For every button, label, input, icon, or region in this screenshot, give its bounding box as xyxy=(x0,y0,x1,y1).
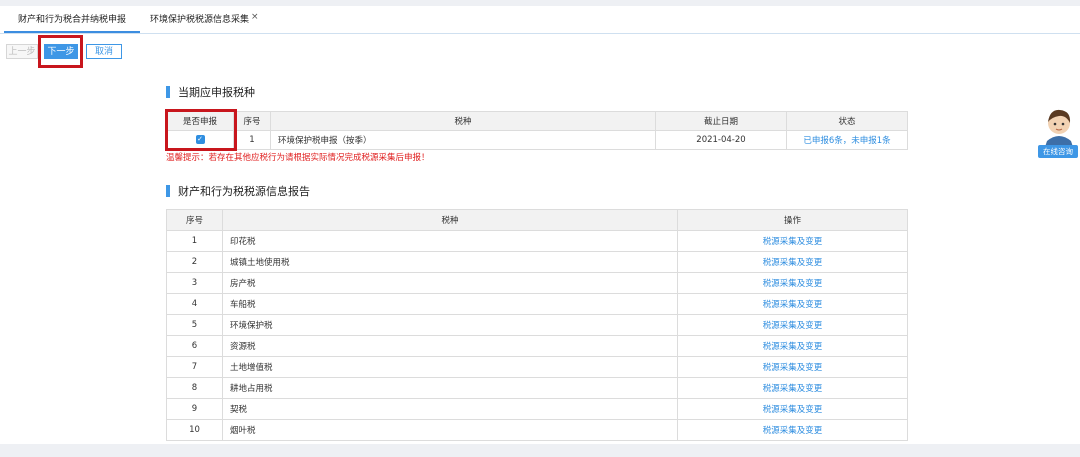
table-header-row: 序号 税种 操作 xyxy=(166,209,908,231)
tax-name-cell: 烟叶税 xyxy=(222,419,678,441)
collect-change-link[interactable]: 税源采集及变更 xyxy=(677,398,908,420)
tax-name-cell: 房产税 xyxy=(222,272,678,294)
header-status: 状态 xyxy=(786,111,908,131)
section-marker xyxy=(166,86,170,98)
tax-name-cell: 耕地占用税 xyxy=(222,377,678,399)
table-header-row: 是否申报 序号 税种 截止日期 状态 xyxy=(166,111,908,131)
collect-change-link[interactable]: 税源采集及变更 xyxy=(677,230,908,252)
table-row: 8 耕地占用税 税源采集及变更 xyxy=(166,377,908,399)
collect-change-link[interactable]: 税源采集及变更 xyxy=(677,251,908,273)
tab-combined-declaration[interactable]: 财产和行为税合并纳税申报 xyxy=(4,6,140,33)
index-cell: 7 xyxy=(166,356,223,378)
collect-change-link[interactable]: 税源采集及变更 xyxy=(677,335,908,357)
header-tax: 税种 xyxy=(222,209,678,231)
current-tax-table: 是否申报 序号 税种 截止日期 状态 ✓ 1 环境保护税申报（按季） 2021-… xyxy=(166,111,908,150)
tab-bar: 财产和行为税合并纳税申报 环境保护税税源信息采集 × xyxy=(0,6,1080,34)
highlight-box-declare xyxy=(165,109,237,151)
table-row: 5 环境保护税 税源采集及变更 xyxy=(166,314,908,336)
status-link[interactable]: 已申报6条，未申报1条 xyxy=(786,130,908,150)
index-cell: 6 xyxy=(166,335,223,357)
tax-name-cell: 环境保护税 xyxy=(222,314,678,336)
deadline-cell: 2021-04-20 xyxy=(655,130,787,150)
prev-step-button[interactable]: 上一步 xyxy=(6,44,38,59)
tax-name-cell: 环境保护税申报（按季） xyxy=(270,130,656,150)
index-cell: 9 xyxy=(166,398,223,420)
header-action: 操作 xyxy=(677,209,908,231)
tax-name-cell: 印花税 xyxy=(222,230,678,252)
index-cell: 8 xyxy=(166,377,223,399)
collect-change-link[interactable]: 税源采集及变更 xyxy=(677,272,908,294)
table-row: ✓ 1 环境保护税申报（按季） 2021-04-20 已申报6条，未申报1条 xyxy=(166,130,908,150)
table-row: 7 土地增值税 税源采集及变更 xyxy=(166,356,908,378)
highlight-box-next xyxy=(38,35,83,68)
header-deadline: 截止日期 xyxy=(655,111,787,131)
table-row: 9 契税 税源采集及变更 xyxy=(166,398,908,420)
tax-name-cell: 土地增值税 xyxy=(222,356,678,378)
tax-name-cell: 资源税 xyxy=(222,335,678,357)
cancel-button[interactable]: 取消 xyxy=(86,44,122,59)
collect-change-link[interactable]: 税源采集及变更 xyxy=(677,293,908,315)
table-row: 6 资源税 税源采集及变更 xyxy=(166,335,908,357)
header-tax: 税种 xyxy=(270,111,656,131)
header-index: 序号 xyxy=(233,111,271,131)
header-index: 序号 xyxy=(166,209,223,231)
tax-name-cell: 城镇土地使用税 xyxy=(222,251,678,273)
index-cell: 1 xyxy=(233,130,271,150)
index-cell: 2 xyxy=(166,251,223,273)
section-title: 财产和行为税税源信息报告 xyxy=(178,185,310,198)
collect-change-link[interactable]: 税源采集及变更 xyxy=(677,419,908,441)
index-cell: 4 xyxy=(166,293,223,315)
section-current-tax: 当期应申报税种 xyxy=(166,84,255,100)
table-row: 3 房产税 税源采集及变更 xyxy=(166,272,908,294)
warning-tip: 温馨提示：若存在其他应税行为请根据实际情况完成税源采集后申报！ xyxy=(166,153,430,163)
section-report: 财产和行为税税源信息报告 xyxy=(166,183,310,199)
tab-label: 环境保护税税源信息采集 xyxy=(150,15,250,25)
tab-label: 财产和行为税合并纳税申报 xyxy=(17,15,126,25)
table-row: 4 车船税 税源采集及变更 xyxy=(166,293,908,315)
table-row: 10 烟叶税 税源采集及变更 xyxy=(166,419,908,441)
section-title: 当期应申报税种 xyxy=(178,86,255,99)
bottom-band xyxy=(0,444,1080,457)
section-marker xyxy=(166,185,170,197)
online-consult-button[interactable]: 在线咨询 xyxy=(1038,145,1078,158)
tax-name-cell: 契税 xyxy=(222,398,678,420)
index-cell: 10 xyxy=(166,419,223,441)
collect-change-link[interactable]: 税源采集及变更 xyxy=(677,356,908,378)
table-row: 1 印花税 税源采集及变更 xyxy=(166,230,908,252)
index-cell: 1 xyxy=(166,230,223,252)
index-cell: 3 xyxy=(166,272,223,294)
table-row: 2 城镇土地使用税 税源采集及变更 xyxy=(166,251,908,273)
report-table: 序号 税种 操作 1 印花税 税源采集及变更 2 城镇土地使用税 税源采集及变更 3 房产… xyxy=(166,209,908,441)
collect-change-link[interactable]: 税源采集及变更 xyxy=(677,377,908,399)
close-icon[interactable]: × xyxy=(251,12,259,22)
index-cell: 5 xyxy=(166,314,223,336)
tax-name-cell: 车船税 xyxy=(222,293,678,315)
tab-env-tax-collection[interactable]: 环境保护税税源信息采集 × xyxy=(150,6,259,33)
collect-change-link[interactable]: 税源采集及变更 xyxy=(677,314,908,336)
